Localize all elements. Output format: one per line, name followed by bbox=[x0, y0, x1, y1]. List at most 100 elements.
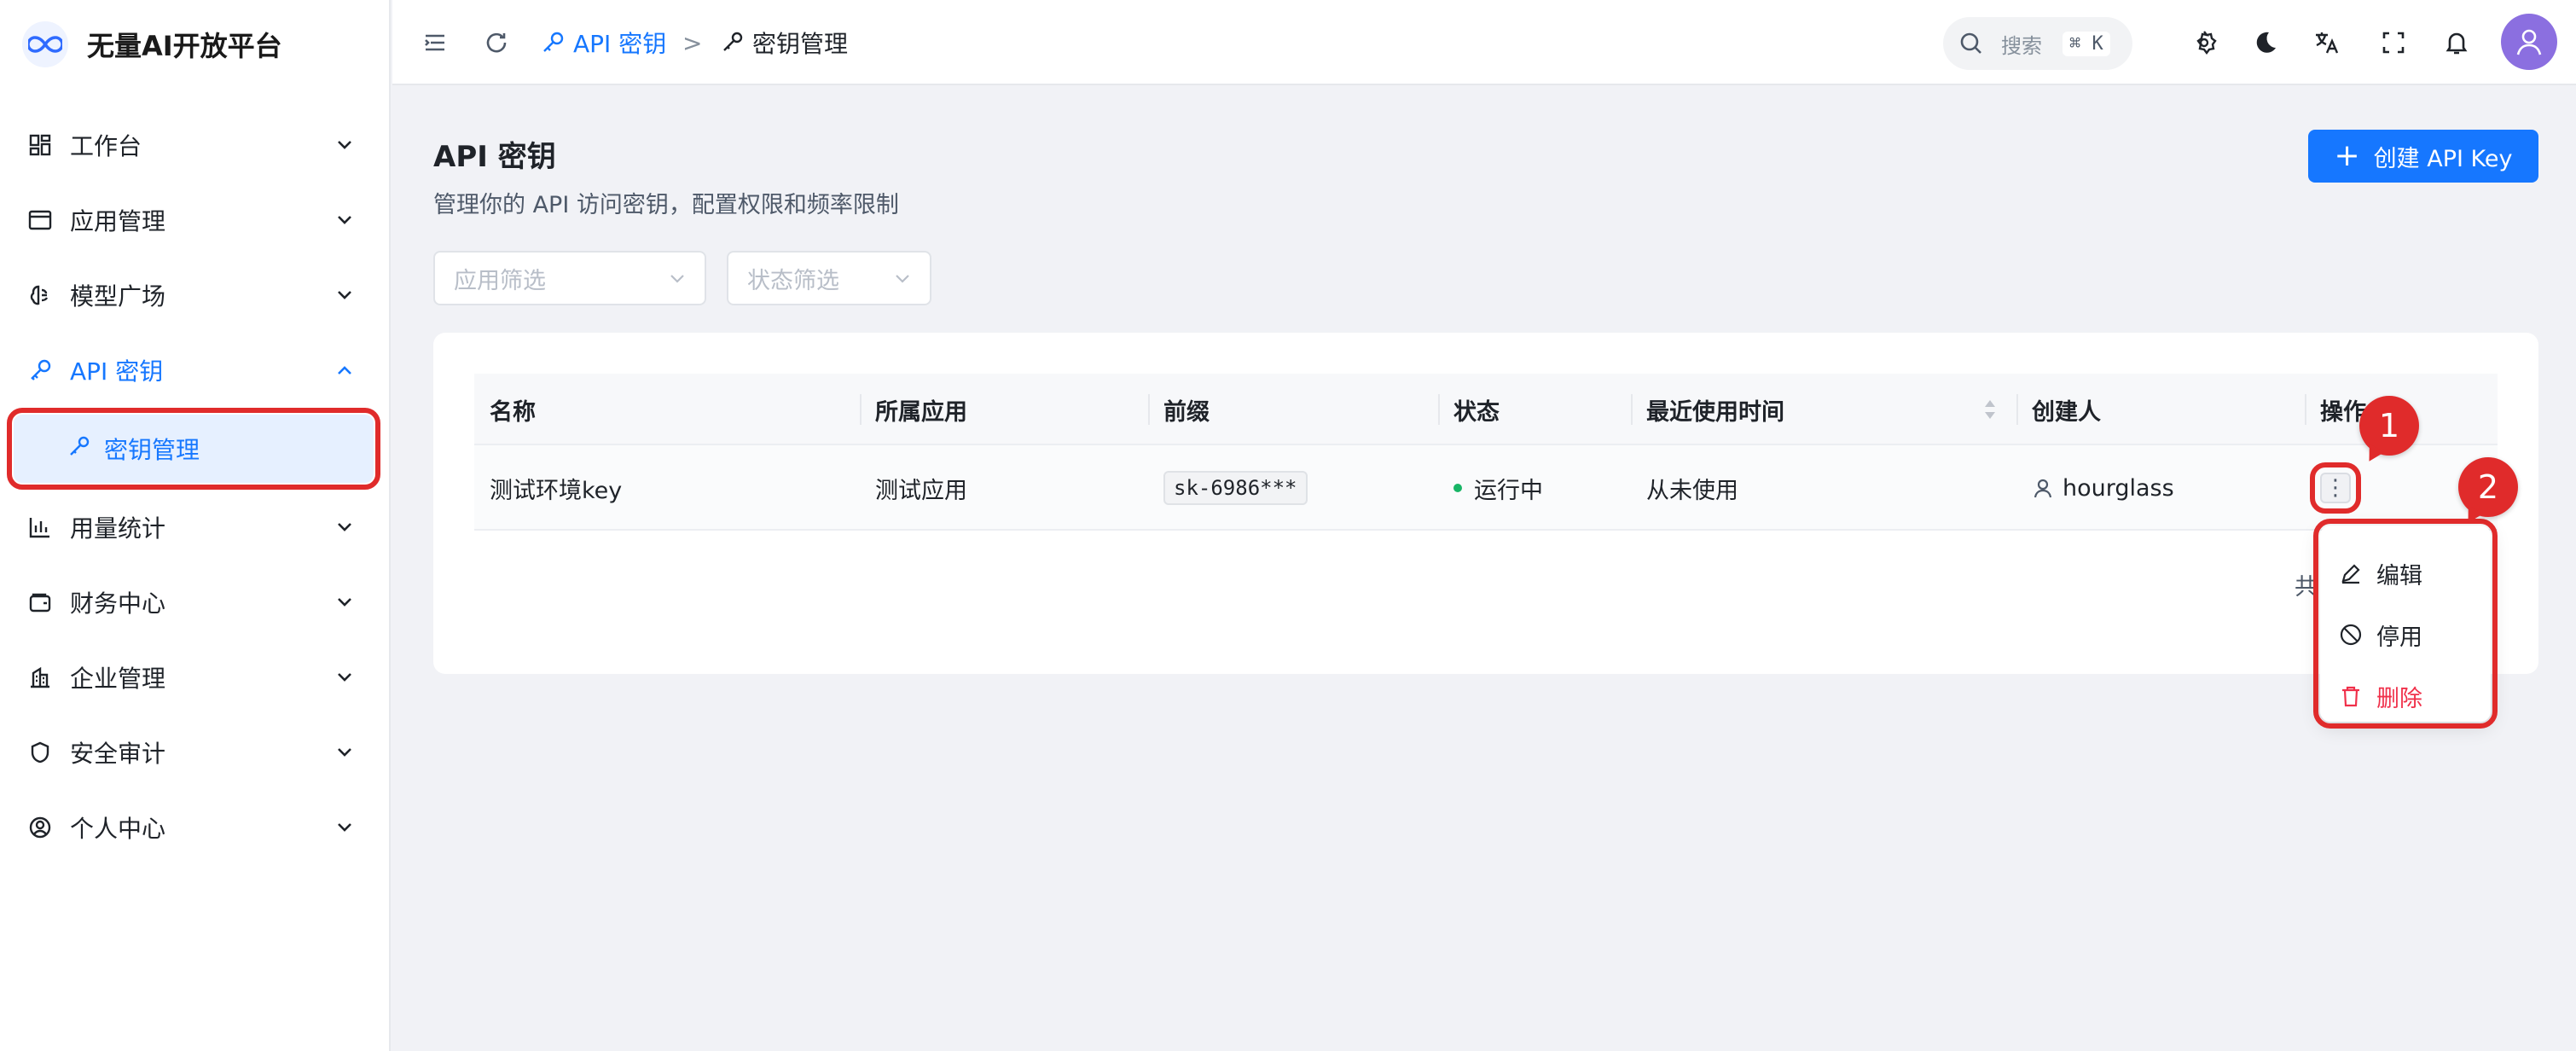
column-header-status: 状态 bbox=[1438, 374, 1631, 445]
chevron-down-icon bbox=[338, 673, 351, 682]
chevron-down-icon bbox=[338, 216, 351, 224]
sort-icon[interactable] bbox=[1982, 398, 1998, 421]
status-dot-icon bbox=[1453, 484, 1462, 492]
create-api-key-label: 创建 API Key bbox=[2373, 145, 2513, 172]
chevron-down-icon bbox=[670, 275, 684, 283]
menu-item-disable-label: 停用 bbox=[2376, 624, 2422, 651]
annotation-badge-2: 2 bbox=[2458, 457, 2518, 517]
wallet-icon bbox=[26, 588, 55, 617]
trash-icon bbox=[2342, 686, 2359, 707]
sidebar-item-models[interactable]: 模型广场 bbox=[0, 258, 391, 333]
sidebar-item-label: API 密钥 bbox=[70, 357, 164, 386]
status-text: 运行中 bbox=[1474, 477, 1543, 504]
building-icon bbox=[26, 663, 55, 692]
sidebar-item-label: 工作台 bbox=[70, 132, 142, 160]
sidebar-subitem-key-management[interactable]: 密钥管理 bbox=[7, 408, 380, 490]
api-key-table-card: 名称 所属应用 前缀 状态 最近使用时间 创建人 操作 测试环境key 测试应用… bbox=[433, 333, 2538, 674]
infinity-logo-icon bbox=[22, 21, 68, 67]
moon-icon[interactable] bbox=[2250, 27, 2281, 58]
sidebar-nav: 工作台 应用管理 模型广场 API 密钥 密钥管理 用量统计 财务中心 企业管理… bbox=[0, 107, 391, 865]
column-header-last-used[interactable]: 最近使用时间 bbox=[1631, 374, 2016, 445]
cell-app: 测试应用 bbox=[875, 477, 967, 504]
brand-name: 无量AI开放平台 bbox=[87, 30, 282, 62]
menu-toggle-icon[interactable] bbox=[420, 27, 450, 58]
create-api-key-button[interactable]: + 创建 API Key bbox=[2308, 130, 2538, 183]
creator-name: hourglass bbox=[2063, 474, 2174, 502]
cell-prefix: sk-6986*** bbox=[1148, 445, 1438, 531]
chevron-down-icon bbox=[338, 598, 351, 607]
chevron-down-icon bbox=[338, 291, 351, 299]
breadcrumb-parent[interactable]: API 密钥 bbox=[541, 26, 666, 60]
sidebar-item-label: 模型广场 bbox=[70, 282, 166, 311]
column-header-name: 名称 bbox=[490, 398, 536, 426]
breadcrumb-current-label: 密钥管理 bbox=[752, 30, 849, 58]
cell-creator: hourglass bbox=[2016, 445, 2305, 531]
sidebar-item-label: 企业管理 bbox=[70, 665, 166, 693]
user-icon bbox=[2034, 479, 2052, 498]
translate-icon[interactable] bbox=[2312, 27, 2342, 58]
top-header: API 密钥 > 密钥管理 搜索 ⌘ K bbox=[392, 0, 2576, 85]
sidebar-item-api-keys[interactable]: API 密钥 bbox=[0, 333, 391, 408]
table-header: 名称 所属应用 前缀 状态 最近使用时间 创建人 操作 bbox=[474, 374, 2498, 445]
sidebar-item-label: 用量统计 bbox=[70, 514, 166, 543]
menu-item-edit[interactable]: 编辑 bbox=[2320, 543, 2491, 604]
brain-icon bbox=[26, 281, 55, 310]
ban-icon bbox=[2340, 624, 2362, 646]
more-actions-button[interactable]: ⋮ bbox=[2310, 462, 2361, 514]
app-filter-placeholder: 应用筛选 bbox=[454, 267, 546, 294]
sidebar-item-enterprise[interactable]: 企业管理 bbox=[0, 640, 391, 715]
menu-item-edit-label: 编辑 bbox=[2376, 562, 2422, 589]
row-actions-dropdown: 编辑 停用 删除 bbox=[2313, 519, 2498, 729]
sidebar-item-apps[interactable]: 应用管理 bbox=[0, 183, 391, 258]
bar-chart-icon bbox=[26, 513, 55, 542]
bell-icon[interactable] bbox=[2441, 27, 2472, 58]
key-icon bbox=[26, 356, 55, 385]
cell-last-used: 从未使用 bbox=[1646, 477, 1738, 504]
app-filter-select[interactable]: 应用筛选 bbox=[433, 251, 706, 305]
api-key-table: 名称 所属应用 前缀 状态 最近使用时间 创建人 操作 测试环境key 测试应用… bbox=[474, 374, 2498, 531]
key-icon bbox=[723, 32, 743, 51]
cell-name: 测试环境key bbox=[490, 477, 623, 504]
app-window-icon bbox=[26, 206, 55, 235]
sidebar-item-label: 应用管理 bbox=[70, 207, 166, 235]
sidebar-item-label: 个人中心 bbox=[70, 815, 166, 843]
status-filter-placeholder: 状态筛选 bbox=[747, 267, 839, 294]
chevron-up-icon bbox=[338, 366, 351, 375]
refresh-icon[interactable] bbox=[481, 27, 512, 58]
chevron-down-icon bbox=[338, 748, 351, 757]
column-header-last-used-label: 最近使用时间 bbox=[1646, 398, 1784, 426]
search-box[interactable]: 搜索 ⌘ K bbox=[1943, 17, 2132, 70]
sidebar-item-finance[interactable]: 财务中心 bbox=[0, 565, 391, 640]
status-filter-select[interactable]: 状态筛选 bbox=[727, 251, 931, 305]
key-prefix-code: sk-6986*** bbox=[1163, 471, 1308, 505]
sidebar-item-usage[interactable]: 用量统计 bbox=[0, 490, 391, 565]
chevron-down-icon bbox=[338, 141, 351, 149]
sidebar-item-profile[interactable]: 个人中心 bbox=[0, 790, 391, 865]
sidebar-item-dashboard[interactable]: 工作台 bbox=[0, 107, 391, 183]
brand[interactable]: 无量AI开放平台 bbox=[22, 21, 282, 67]
chevron-down-icon bbox=[338, 523, 351, 531]
key-icon bbox=[67, 435, 90, 462]
dashboard-icon bbox=[26, 131, 55, 160]
pagination-total: 共 bbox=[2295, 574, 2318, 601]
user-avatar[interactable] bbox=[2501, 14, 2557, 70]
chevron-down-icon bbox=[896, 275, 909, 283]
menu-item-delete[interactable]: 删除 bbox=[2320, 665, 2491, 727]
plus-icon: + bbox=[2334, 138, 2360, 173]
more-vertical-icon: ⋮ bbox=[2324, 475, 2347, 501]
user-avatar-icon bbox=[2516, 29, 2542, 55]
sidebar-item-label: 财务中心 bbox=[70, 589, 166, 618]
annotation-badge-1: 1 bbox=[2359, 396, 2419, 456]
column-header-app: 所属应用 bbox=[860, 374, 1148, 445]
sidebar-subitem-label: 密钥管理 bbox=[104, 436, 200, 464]
cell-status: 运行中 bbox=[1438, 445, 1631, 531]
menu-item-disable[interactable]: 停用 bbox=[2320, 604, 2491, 665]
user-circle-icon bbox=[26, 813, 55, 842]
gear-icon[interactable] bbox=[2189, 27, 2219, 58]
key-icon bbox=[543, 32, 564, 52]
breadcrumb-parent-label: API 密钥 bbox=[573, 30, 667, 58]
fullscreen-icon[interactable] bbox=[2378, 27, 2409, 58]
column-header-prefix: 前缀 bbox=[1148, 374, 1438, 445]
sidebar-item-security-audit[interactable]: 安全审计 bbox=[0, 715, 391, 790]
search-icon bbox=[1960, 32, 1981, 54]
